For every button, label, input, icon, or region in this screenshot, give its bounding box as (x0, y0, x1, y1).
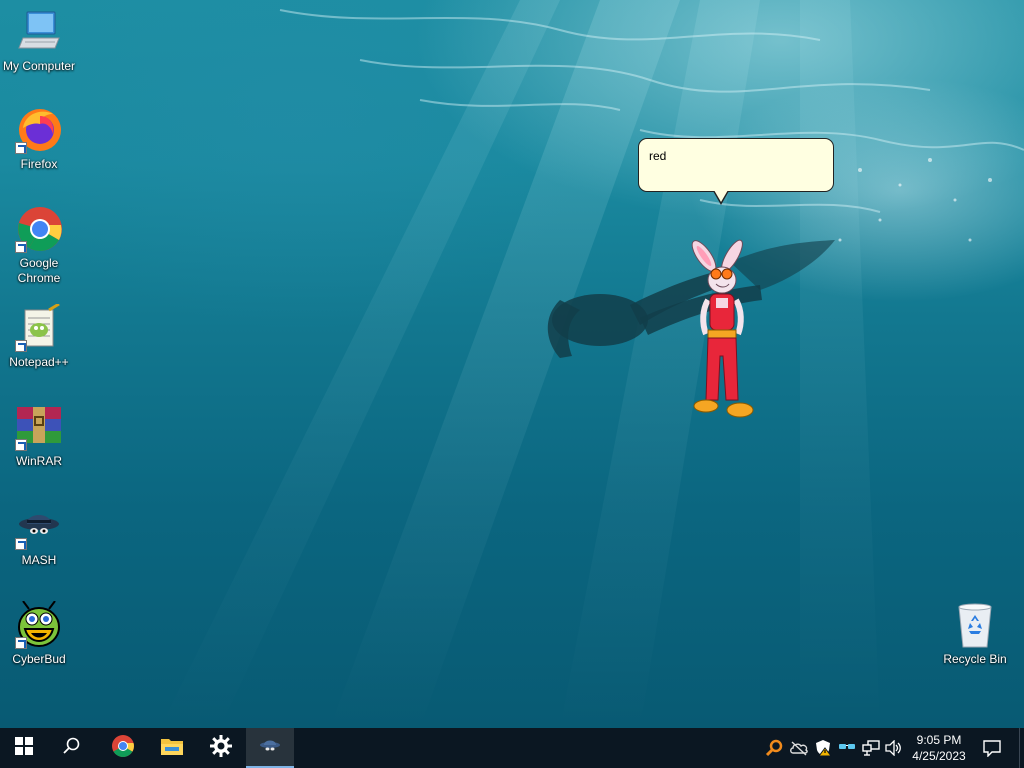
desktop-wallpaper (0, 0, 1024, 728)
taskbar-file-explorer[interactable] (148, 728, 196, 768)
desktop-icon-recycle-bin[interactable]: Recycle Bin (936, 601, 1014, 667)
desktop-icon-winrar[interactable]: WinRAR (0, 403, 78, 469)
taskbar-mash[interactable] (246, 728, 294, 768)
winrar-icon (15, 403, 63, 451)
gear-icon (210, 734, 232, 762)
mash-icon (15, 502, 63, 550)
desktop-icon-notepadpp[interactable]: Notepad++ (0, 302, 78, 370)
taskbar: 9:05 PM 4/25/2023 (0, 728, 1024, 768)
desktop-icon-label: Google Chrome (17, 256, 61, 285)
search-tray-icon[interactable] (764, 738, 784, 758)
taskbar-settings[interactable] (197, 728, 245, 768)
desktop-icon-firefox[interactable]: Firefox (0, 106, 78, 172)
windows-logo-icon (15, 736, 33, 760)
desktop-icon-mash[interactable]: MASH (0, 502, 78, 568)
desktop-icon-label: Firefox (20, 157, 58, 171)
clock-time: 9:05 PM (916, 733, 962, 747)
shortcut-arrow-icon (15, 538, 27, 550)
desktop-icon-label: CyberBud (12, 652, 66, 666)
recycle-bin-icon (951, 601, 999, 649)
system-clock[interactable]: 9:05 PM 4/25/2023 (904, 732, 974, 764)
computer-icon (15, 8, 63, 56)
action-center-icon[interactable] (982, 738, 1002, 758)
cyberbud-icon (15, 600, 63, 649)
desktop-icon-cyberbud[interactable]: CyberBud (0, 600, 78, 667)
security-shield-icon[interactable] (813, 738, 833, 758)
desktop-icon-label: Recycle Bin (943, 652, 1007, 666)
folder-icon (160, 736, 184, 761)
shortcut-arrow-icon (15, 241, 27, 253)
desktop-icon-label: Notepad++ (9, 355, 69, 369)
desktop-icon-my-computer[interactable]: My Computer (0, 8, 78, 74)
mash-icon (258, 736, 282, 761)
chrome-icon (15, 205, 63, 253)
desktop-icon-label: My Computer (2, 59, 76, 73)
desktop-icon-google-chrome[interactable]: Google Chrome (0, 205, 78, 286)
cloud-offline-icon[interactable] (789, 738, 809, 758)
volume-icon[interactable] (884, 738, 904, 758)
shortcut-arrow-icon (15, 439, 27, 451)
taskbar-chrome[interactable] (99, 728, 147, 768)
shortcut-arrow-icon (15, 142, 27, 154)
firefox-icon (15, 106, 63, 154)
network-icon[interactable] (861, 738, 881, 758)
show-desktop-button[interactable] (1019, 728, 1024, 768)
chrome-icon (111, 734, 135, 763)
start-button[interactable] (0, 728, 48, 768)
search-icon (63, 737, 81, 760)
shortcut-arrow-icon (15, 340, 27, 352)
search-button[interactable] (48, 728, 96, 768)
desktop-icon-label: WinRAR (15, 454, 62, 468)
shortcut-arrow-icon (15, 637, 27, 649)
desktop-icon-label: MASH (21, 553, 57, 567)
rabbit-agent-character[interactable] (678, 238, 762, 420)
agent-tray-icon[interactable] (837, 738, 857, 758)
agent-speech-balloon: red (638, 138, 834, 205)
notepadpp-icon (15, 302, 63, 352)
balloon-text: red (649, 149, 667, 163)
clock-date: 4/25/2023 (912, 749, 966, 763)
